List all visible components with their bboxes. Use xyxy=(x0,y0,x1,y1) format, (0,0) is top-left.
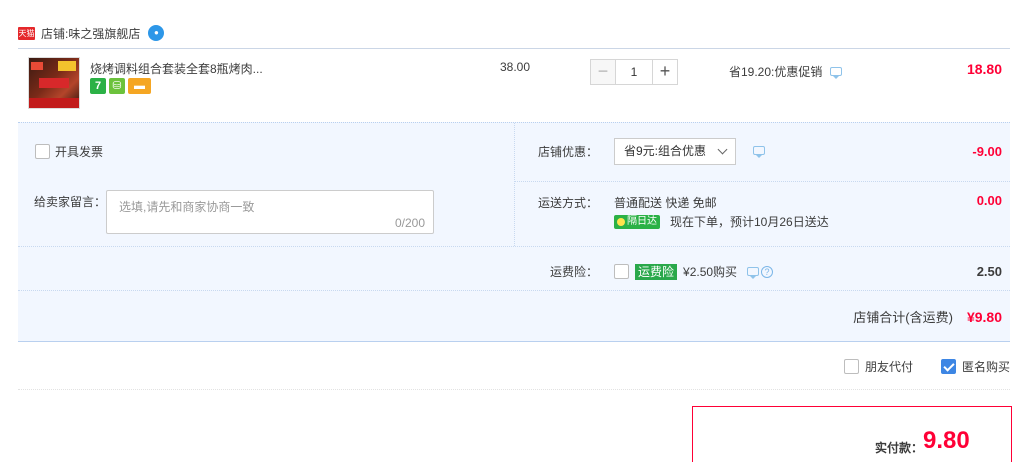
insurance-option: 运费险 ¥2.50购买 ? xyxy=(614,263,774,280)
seller-message-input[interactable]: 选填,请先和商家协商一致 0/200 xyxy=(106,190,434,234)
invoice-option[interactable]: 开具发票 xyxy=(35,143,103,160)
anonymous-label[interactable]: 匿名购买 xyxy=(962,358,1010,375)
chat-icon[interactable]: ● xyxy=(148,25,165,41)
row-divider xyxy=(18,290,1010,291)
store-total-label: 店铺合计(含运费) xyxy=(853,310,953,325)
lightning-icon xyxy=(617,217,625,226)
delivery-eta: 现在下单，预计10月26日送达 xyxy=(670,215,829,229)
nextday-tag-text: 隔日达 xyxy=(627,215,657,227)
shipping-method: 普通配送 快递 免邮 xyxy=(614,196,717,210)
order-summary-panel: 开具发票 给卖家留言： 选填,请先和商家协商一致 0/200 店铺优惠： 省9元… xyxy=(18,122,1010,342)
payment-value: 9.80 xyxy=(923,427,970,454)
store-total-value: ¥9.80 xyxy=(966,309,1002,325)
chevron-down-icon xyxy=(717,144,728,155)
store-discount-amount: -9.00 xyxy=(972,144,1002,159)
thumb-shape xyxy=(58,61,76,71)
quantity-stepper: − 1 + xyxy=(590,59,678,85)
store-total: 店铺合计(含运费) ¥9.80 xyxy=(853,307,1002,326)
thumb-shape xyxy=(39,78,69,88)
message-placeholder: 选填,请先和商家协商一致 xyxy=(119,200,255,214)
increase-button[interactable]: + xyxy=(652,59,678,85)
shipping-label: 运送方式： xyxy=(538,196,599,210)
divider xyxy=(18,389,1010,390)
store-name-link[interactable]: 味之强旗舰店 xyxy=(68,25,140,42)
store-discount-value: 省9元:组合优惠 xyxy=(624,144,707,158)
row-divider xyxy=(515,181,1010,182)
quantity-input[interactable]: 1 xyxy=(616,59,652,85)
product-title-link[interactable]: 烧烤调料组合套装全套8瓶烤肉... xyxy=(90,60,263,77)
store-discount-label: 店铺优惠： xyxy=(538,145,599,159)
nextday-delivery: 隔日达 现在下单，预计10月26日送达 xyxy=(614,213,829,230)
message-label: 给卖家留言： xyxy=(34,195,107,209)
store-header: 天猫 店铺: 味之强旗舰店 ● xyxy=(18,25,165,42)
promotion-info: 省19.20:优惠促销 xyxy=(729,63,843,80)
insurance-price: ¥2.50购买 xyxy=(683,265,738,279)
anonymous-checkbox[interactable] xyxy=(940,359,956,374)
shipping-amount: 0.00 xyxy=(976,193,1002,208)
thumb-shape xyxy=(29,98,79,108)
thumb-shape xyxy=(31,62,43,70)
order-options: 朋友代付 匿名购买 xyxy=(843,358,1010,375)
message-char-counter: 0/200 xyxy=(394,216,425,230)
insurance-checkbox[interactable] xyxy=(614,264,629,279)
message-icon[interactable] xyxy=(830,67,843,79)
shopping-bag-icon: ⛁ xyxy=(109,78,125,94)
seven-day-return-icon: 7 xyxy=(90,78,106,94)
insurance-amount: 2.50 xyxy=(976,264,1002,279)
product-thumbnail[interactable] xyxy=(28,57,80,109)
left-panel: 开具发票 给卖家留言： 选填,请先和商家协商一致 0/200 xyxy=(18,123,515,246)
service-badges: 7 ⛁ ▬ xyxy=(90,78,151,94)
tmall-icon: 天猫 xyxy=(18,26,35,40)
row-divider xyxy=(18,246,1010,247)
friend-pay-label[interactable]: 朋友代付 xyxy=(865,358,913,375)
item-subtotal: 18.80 xyxy=(966,61,1002,77)
promotion-text: 省19.20:优惠促销 xyxy=(729,65,823,79)
invoice-checkbox[interactable] xyxy=(35,144,50,159)
unit-price: 38.00 xyxy=(500,60,531,74)
store-label: 店铺: xyxy=(41,26,69,41)
item-row: 烧烤调料组合套装全套8瓶烤肉... 7 ⛁ ▬ 38.00 − 1 + 省19.… xyxy=(18,48,1010,122)
friend-pay-checkbox[interactable] xyxy=(843,359,859,374)
message-icon[interactable] xyxy=(753,146,765,158)
payment-box: 实付款： 9.80 xyxy=(692,406,1012,462)
message-icon[interactable] xyxy=(747,267,760,279)
insurance-tag: 运费险 xyxy=(635,263,678,280)
decrease-button[interactable]: − xyxy=(590,59,616,85)
store-discount-select[interactable]: 省9元:组合优惠 xyxy=(614,138,736,165)
credit-card-icon: ▬ xyxy=(128,78,151,94)
payment-label: 实付款： xyxy=(875,441,924,455)
insurance-label: 运费险： xyxy=(550,265,599,279)
help-icon[interactable]: ? xyxy=(761,265,774,278)
invoice-label: 开具发票 xyxy=(55,145,104,159)
nextday-badge: 隔日达 xyxy=(614,214,660,229)
